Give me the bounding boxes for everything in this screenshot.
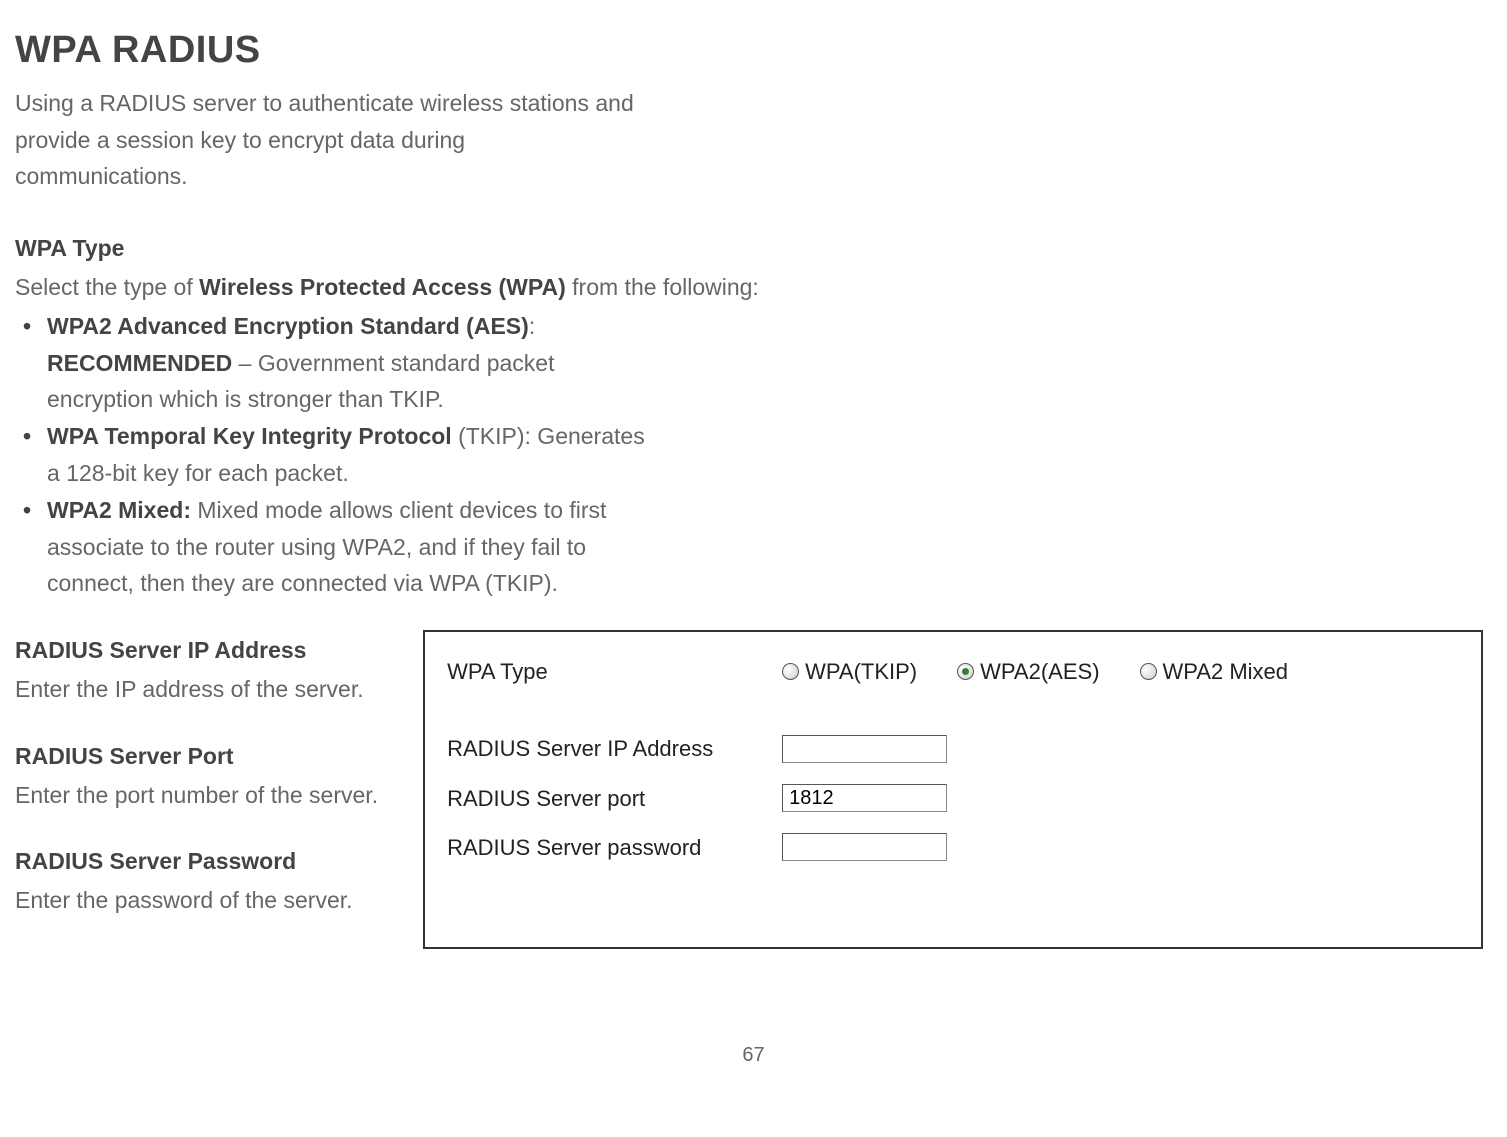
radius-password-input[interactable] [782,833,947,861]
bullet-tkip: WPA Temporal Key Integrity Protocol (TKI… [15,418,655,492]
dialog-row-ip: RADIUS Server IP Address [447,731,1461,766]
wpa-type-text: Select the type of Wireless Protected Ac… [15,269,1492,306]
dialog-label-port: RADIUS Server port [447,781,782,816]
bullet-aes-colon: : [529,313,535,339]
radio-wpa-tkip-label: WPA(TKIP) [805,654,917,689]
field-port-desc: Enter the port number of the server. [15,777,378,814]
wpa-type-bullets: WPA2 Advanced Encryption Standard (AES):… [15,308,1492,602]
config-dialog: WPA Type WPA(TKIP) WPA2(AES) WPA2 Mixed … [423,630,1483,949]
field-ip-desc: Enter the IP address of the server. [15,671,378,708]
dialog-row-wpa-type: WPA Type WPA(TKIP) WPA2(AES) WPA2 Mixed [447,654,1461,689]
field-port: RADIUS Server Port Enter the port number… [15,738,378,814]
field-port-heading: RADIUS Server Port [15,738,378,775]
wpa-type-suffix: from the following: [566,274,759,300]
radio-wpa2-aes-label: WPA2(AES) [980,654,1099,689]
bullet-aes: WPA2 Advanced Encryption Standard (AES):… [15,308,655,418]
field-password-desc: Enter the password of the server. [15,882,378,919]
wpa-type-heading: WPA Type [15,230,1492,267]
wpa-type-radio-group: WPA(TKIP) WPA2(AES) WPA2 Mixed [782,654,1288,689]
bullet-aes-bold: WPA2 Advanced Encryption Standard (AES) [47,313,529,339]
intro-text: Using a RADIUS server to authenticate wi… [15,85,635,195]
wpa-type-prefix: Select the type of [15,274,199,300]
dialog-label-ip: RADIUS Server IP Address [447,731,782,766]
dialog-label-wpa-type: WPA Type [447,654,782,689]
radio-wpa2-mixed[interactable]: WPA2 Mixed [1140,654,1289,689]
radio-icon [957,663,974,680]
field-ip: RADIUS Server IP Address Enter the IP ad… [15,632,378,708]
bullet-mixed-bold: WPA2 Mixed: [47,497,191,523]
radio-wpa2-mixed-label: WPA2 Mixed [1163,654,1289,689]
page-number: 67 [15,1039,1492,1071]
dialog-label-password: RADIUS Server password [447,830,782,865]
left-column: RADIUS Server IP Address Enter the IP ad… [15,632,378,949]
bullet-aes-rec: RECOMMENDED [47,350,232,376]
dialog-row-port: RADIUS Server port [447,781,1461,816]
radio-icon [1140,663,1157,680]
radius-port-input[interactable] [782,784,947,812]
bullet-tkip-bold: WPA Temporal Key Integrity Protocol [47,423,452,449]
page-title: WPA RADIUS [15,20,1492,81]
dialog-row-password: RADIUS Server password [447,830,1461,865]
radio-wpa2-aes[interactable]: WPA2(AES) [957,654,1099,689]
field-ip-heading: RADIUS Server IP Address [15,632,378,669]
bullet-mixed: WPA2 Mixed: Mixed mode allows client dev… [15,492,655,602]
radio-wpa-tkip[interactable]: WPA(TKIP) [782,654,917,689]
field-password-heading: RADIUS Server Password [15,843,378,880]
wpa-type-section: WPA Type Select the type of Wireless Pro… [15,230,1492,602]
field-password: RADIUS Server Password Enter the passwor… [15,843,378,919]
radius-ip-input[interactable] [782,735,947,763]
radio-icon [782,663,799,680]
wpa-type-bold: Wireless Protected Access (WPA) [199,274,566,300]
columns-wrapper: RADIUS Server IP Address Enter the IP ad… [15,632,1492,949]
